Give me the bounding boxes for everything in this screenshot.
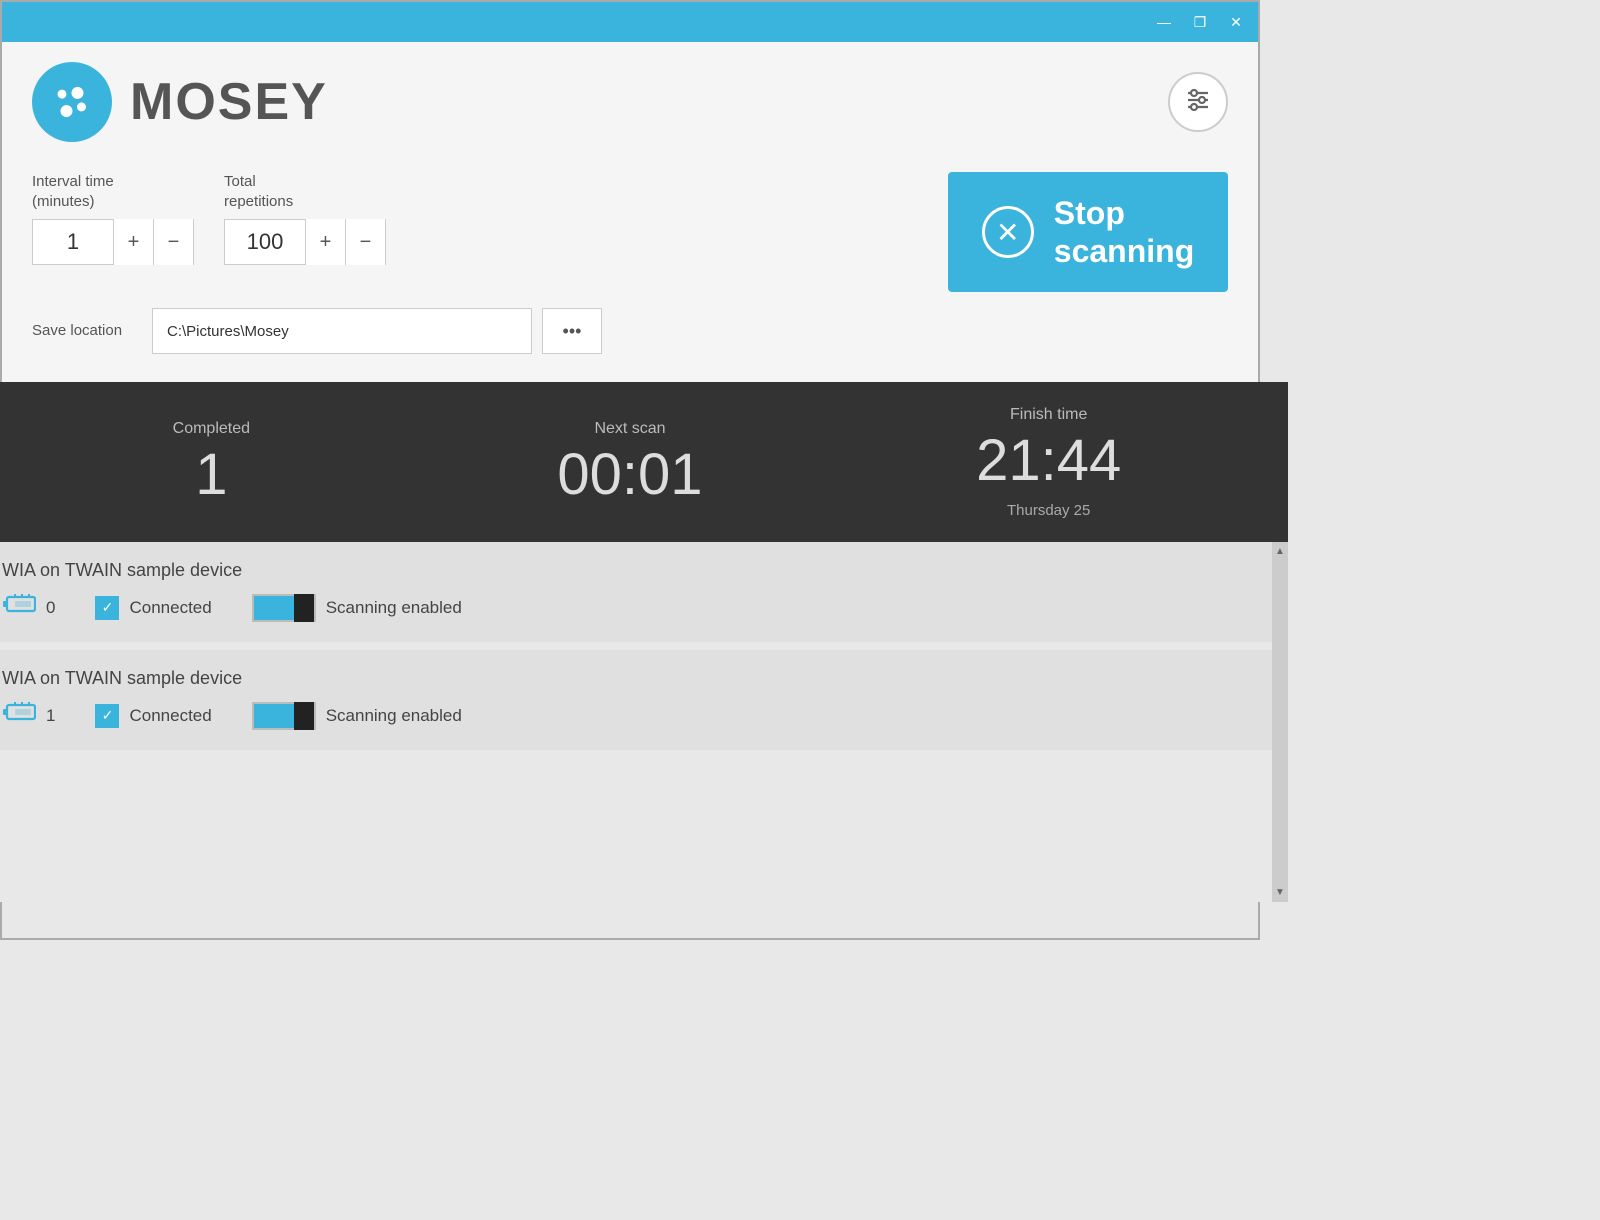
logo-dots xyxy=(57,86,87,118)
top-controls-row: Interval time (minutes) 1 + − Total repe… xyxy=(32,172,1228,354)
connected-text: Connected xyxy=(129,598,211,618)
stats-bar: Completed 1 Next scan 00:01 Finish time … xyxy=(0,382,1288,542)
header: MOSEY xyxy=(32,62,1228,142)
settings-button[interactable] xyxy=(1168,72,1228,132)
completed-value: 1 xyxy=(195,446,227,504)
interval-group: Interval time (minutes) 1 + − xyxy=(32,172,194,265)
devices-area: WIA on TWAIN sample device 0 xyxy=(0,542,1288,902)
finish-date: Thursday 25 xyxy=(1007,502,1090,519)
next-scan-label: Next scan xyxy=(594,420,665,438)
scanning-label: Scanning enabled xyxy=(326,598,462,618)
device-name: WIA on TWAIN sample device xyxy=(2,668,1258,689)
scroll-down-arrow[interactable]: ▼ xyxy=(1275,887,1285,898)
scanning-label: Scanning enabled xyxy=(326,706,462,726)
scrollbar[interactable]: ▲ ▼ xyxy=(1272,542,1288,902)
left-controls: Interval time (minutes) 1 + − Total repe… xyxy=(32,172,1228,354)
finish-time-label: Finish time xyxy=(1010,406,1087,424)
interval-plus-button[interactable]: + xyxy=(113,219,153,265)
browse-button[interactable]: ••• xyxy=(542,308,602,354)
completed-stat: Completed 1 xyxy=(2,420,421,504)
connected-wrap: ✓ Connected xyxy=(95,704,211,728)
device-item: WIA on TWAIN sample device 0 xyxy=(0,542,1288,642)
next-scan-value: 00:01 xyxy=(557,446,702,504)
device-status-row: 1 ✓ Connected Scanning enabled xyxy=(2,699,1258,732)
save-location-row: Save location ••• xyxy=(32,308,1228,354)
stop-icon: ✕ xyxy=(982,206,1034,258)
repetitions-input: 100 + − xyxy=(224,219,386,265)
scanner-icon-wrap: 1 xyxy=(2,699,55,732)
toggle-wrap[interactable]: Scanning enabled xyxy=(252,702,462,730)
maximize-button[interactable]: ❐ xyxy=(1190,15,1210,29)
checkbox-icon: ✓ xyxy=(95,704,119,728)
title-bar: — ❐ ✕ xyxy=(2,2,1258,42)
scanner-icon-wrap: 0 xyxy=(2,591,55,624)
device-item: WIA on TWAIN sample device 1 xyxy=(0,650,1288,750)
next-scan-stat: Next scan 00:01 xyxy=(421,420,840,504)
repetitions-group: Total repetitions 100 + − xyxy=(224,172,386,265)
finish-time-value: 21:44 xyxy=(976,432,1121,490)
logo-circle xyxy=(32,62,112,142)
connected-wrap: ✓ Connected xyxy=(95,596,211,620)
scan-count: 0 xyxy=(46,598,55,618)
interval-minus-button[interactable]: − xyxy=(153,219,193,265)
scanner-icon xyxy=(2,591,36,624)
completed-label: Completed xyxy=(173,420,250,438)
main-content: MOSEY Interval time ( xyxy=(2,42,1258,382)
interval-label: Interval time (minutes) xyxy=(32,172,194,211)
scanning-toggle[interactable] xyxy=(252,594,316,622)
repetitions-value: 100 xyxy=(225,229,305,255)
interval-value: 1 xyxy=(33,229,113,255)
connected-text: Connected xyxy=(129,706,211,726)
scanner-icon xyxy=(2,699,36,732)
save-location-label: Save location xyxy=(32,321,142,341)
finish-time-stat: Finish time 21:44 Thursday 25 xyxy=(839,406,1258,519)
scroll-up-arrow[interactable]: ▲ xyxy=(1275,546,1285,557)
checkbox-icon: ✓ xyxy=(95,596,119,620)
stop-scanning-button[interactable]: ✕ Stop scanning xyxy=(948,172,1228,292)
save-location-input[interactable] xyxy=(152,308,532,354)
scan-count: 1 xyxy=(46,706,55,726)
repetitions-plus-button[interactable]: + xyxy=(305,219,345,265)
device-status-row: 0 ✓ Connected Scanning enabled xyxy=(2,591,1258,624)
device-name: WIA on TWAIN sample device xyxy=(2,560,1258,581)
repetitions-minus-button[interactable]: − xyxy=(345,219,385,265)
minimize-button[interactable]: — xyxy=(1154,15,1174,29)
toggle-wrap[interactable]: Scanning enabled xyxy=(252,594,462,622)
interval-input: 1 + − xyxy=(32,219,194,265)
close-button[interactable]: ✕ xyxy=(1226,15,1246,29)
logo-area: MOSEY xyxy=(32,62,328,142)
stop-button-label: Stop scanning xyxy=(1054,194,1194,271)
scanning-toggle[interactable] xyxy=(252,702,316,730)
settings-icon xyxy=(1184,85,1212,119)
repetitions-label: Total repetitions xyxy=(224,172,386,211)
app-title: MOSEY xyxy=(130,72,328,132)
